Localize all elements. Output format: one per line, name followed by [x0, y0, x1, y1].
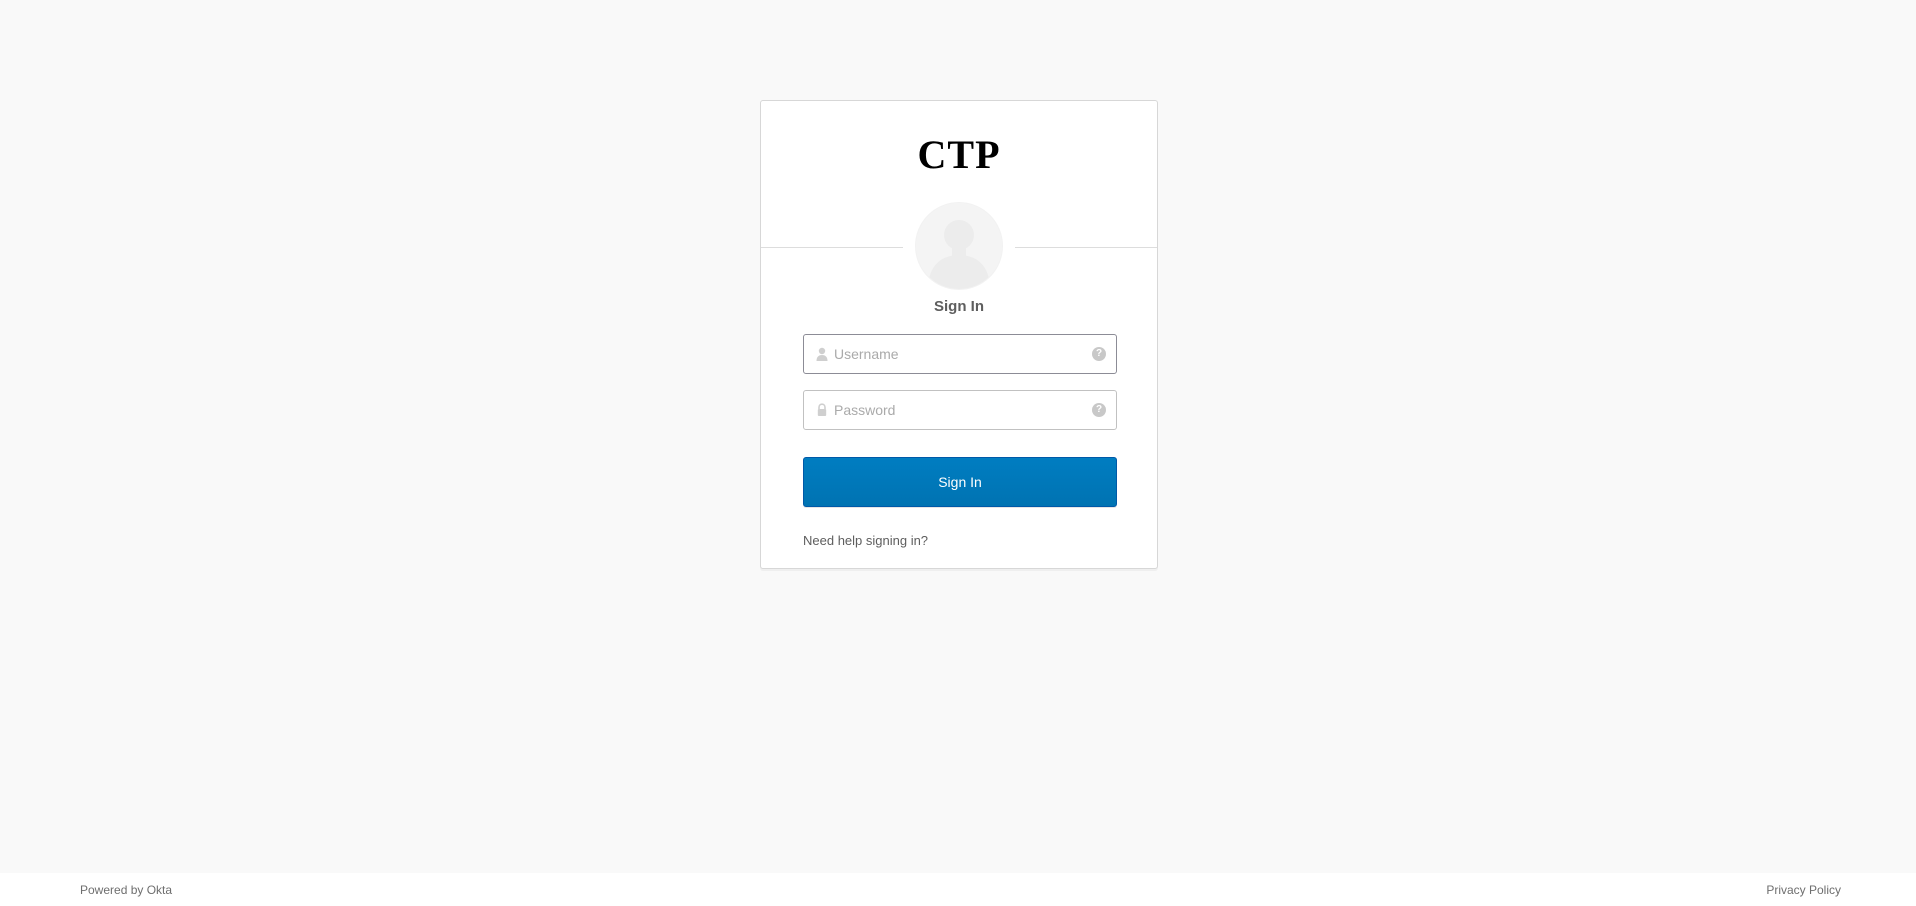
- avatar-container: [903, 202, 1015, 292]
- form-title: Sign In: [934, 298, 984, 315]
- card-header: CTP: [761, 101, 1157, 292]
- sign-in-button[interactable]: Sign In: [803, 457, 1117, 507]
- password-field[interactable]: ?: [803, 390, 1117, 430]
- username-input[interactable]: [834, 335, 1084, 373]
- org-logo: CTP: [917, 132, 1001, 177]
- username-field[interactable]: ?: [803, 334, 1117, 374]
- password-input[interactable]: [834, 391, 1084, 429]
- sign-in-card: CTP Sign In ?: [760, 100, 1158, 569]
- privacy-policy-link[interactable]: Privacy Policy: [1766, 883, 1841, 897]
- lock-icon: [814, 402, 830, 418]
- question-icon[interactable]: ?: [1092, 347, 1106, 361]
- powered-by-okta-link[interactable]: Powered by Okta: [80, 883, 172, 897]
- user-avatar-icon: [915, 202, 1003, 290]
- question-icon[interactable]: ?: [1092, 403, 1106, 417]
- person-icon: [814, 346, 830, 362]
- need-help-link[interactable]: Need help signing in?: [803, 533, 928, 548]
- footer: Powered by Okta Privacy Policy: [0, 873, 1916, 906]
